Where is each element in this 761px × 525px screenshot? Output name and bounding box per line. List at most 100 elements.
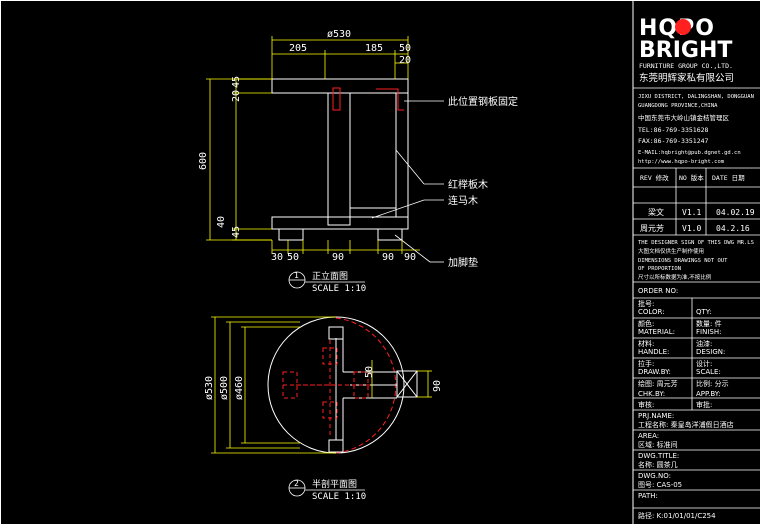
address-en-2: GUANGDONG PROVINCE,CHINA	[638, 103, 718, 109]
front-view-title: 1 正立面图 SCALE 1:10	[288, 270, 366, 294]
drawing-notes: THE DESIGNER SIGN OF THIS DWG MR.LS 大图文档…	[638, 240, 754, 281]
field-app-by-cn: 审批:	[696, 400, 712, 409]
logo-red-dot	[675, 19, 691, 35]
field-color-cn: 颜色:	[638, 319, 654, 328]
group-name-cn: 东莞明辉家私有限公司	[639, 72, 734, 84]
company-logo: HQPO BRIGHT	[639, 16, 732, 63]
dim-205: 205	[289, 43, 307, 54]
table-leg	[327, 92, 351, 226]
dim-30: 30	[271, 252, 283, 263]
field-handle: HANDLE:	[638, 348, 669, 356]
path-label: PATH:	[638, 492, 658, 500]
field-scale: SCALE:	[696, 368, 721, 376]
dim-185: 185	[365, 43, 383, 54]
callout-foot-pad: 加脚垫	[448, 256, 478, 269]
plan-view-scale: SCALE 1:10	[312, 492, 366, 502]
rev-row2-date: 04.2.16	[716, 224, 750, 233]
front-view-title-text: 正立面图	[312, 270, 348, 282]
dim-90-right: 90	[382, 252, 394, 263]
front-dimension-lines	[206, 36, 420, 254]
field-qty-cn: 数量: 件	[696, 319, 722, 328]
fax: FAX:86-769-3351247	[638, 137, 709, 145]
table-base	[271, 216, 409, 230]
field-design: DESIGN:	[696, 348, 725, 356]
project-fields: PRJ.NAME: 工程名称: 秦皇岛洋浦假日酒店 AREA: 区域: 标准间 …	[638, 412, 734, 520]
area-label: AREA:	[638, 432, 659, 440]
dim-20-left: 20	[231, 90, 242, 102]
note-5: 尺寸以所标数据为准,不按比例	[638, 273, 712, 281]
field-app-by: APP.BY:	[696, 390, 721, 398]
dwg-title-value: 名称: 圆茶几	[638, 460, 678, 469]
callout-beech-wood: 红榉板木	[448, 178, 488, 191]
plan-dim-90: 90	[432, 380, 443, 392]
field-material-cn: 材料:	[638, 339, 654, 348]
rev-row1-date: 04.02.19	[716, 208, 755, 217]
note-2: 大图文档仅供生产制作使用	[638, 247, 704, 255]
callout-steel-plate: 此位置钢板固定	[448, 95, 518, 108]
dim-45-bottom: 45	[231, 226, 242, 238]
area-value: 区域: 标准间	[638, 440, 678, 449]
rev-row1-name: 梁文	[648, 207, 664, 217]
dwg-no-value: 图号: CAS-05	[638, 481, 682, 489]
field-finish-cn: 油漆:	[696, 339, 712, 348]
address-en-1: JIXU DISTRICT, DALINGSHAN, DONGGUAN	[638, 94, 754, 100]
website: http://www.hqpo-bright.com	[638, 159, 725, 165]
plan-dim-530: ø530	[204, 376, 215, 400]
dim-overall-width: ø530	[327, 29, 351, 40]
field-qty: QTY:	[696, 308, 712, 316]
callout-brace-wood: 连马木	[448, 194, 478, 207]
path-value: 路径: K:01/01/01/C254	[638, 511, 716, 520]
note-3: DIMENSIONS DRAWINGS NOT OUT	[638, 258, 728, 264]
rev-header-date: DATE 日期	[712, 174, 745, 182]
email: E-MAIL:hqbright@pub.dgnet.gd.cn	[638, 150, 741, 156]
rev-header-rev: REV 修改	[640, 173, 669, 182]
front-view-scale: SCALE 1:10	[312, 284, 366, 294]
rev-row2-name: 周元芳	[640, 223, 664, 233]
project-name-value: 工程名称: 秦皇岛洋浦假日酒店	[638, 420, 734, 429]
dim-50: 50	[399, 43, 411, 54]
plan-dim-460: ø460	[234, 376, 245, 400]
front-view-number: 1	[294, 271, 299, 280]
field-handle-cn: 拉手:	[638, 359, 654, 368]
company-address-block: JIXU DISTRICT, DALINGSHAN, DONGGUAN GUAN…	[638, 94, 754, 165]
logo-text-bright: BRIGHT	[639, 38, 732, 63]
field-scale-cn: 比例: 分示	[696, 379, 729, 388]
foot-right	[377, 228, 403, 241]
field-design-cn: 设计:	[696, 359, 712, 368]
dim-600: 600	[198, 152, 209, 170]
dim-90-mid: 90	[332, 252, 344, 263]
dwg-no-label: DWG.NO:	[638, 472, 671, 480]
plan-view-number: 2	[294, 479, 299, 488]
field-draw-by-cn: 绘图: 周元芳	[638, 379, 678, 388]
group-name-en: FURNITURE GROUP CO.,LTD.	[639, 62, 733, 70]
dim-40: 40	[216, 216, 227, 228]
dim-45-top: 45	[231, 76, 242, 88]
rev-row1-ver: V1.1	[682, 208, 701, 217]
note-1: THE DESIGNER SIGN OF THIS DWG MR.LS	[638, 240, 754, 246]
field-finish: FINISH:	[696, 328, 721, 336]
address-cn: 中国东莞市大岭山镇金桔管理区	[638, 113, 730, 122]
field-draw-by: DRAW.BY:	[638, 368, 671, 376]
field-material: MATERIAL:	[638, 328, 675, 336]
foot-left	[278, 228, 304, 241]
cad-drawing-canvas: ø530 205 185 50 20 45 20 600 40 45 30 50…	[0, 0, 761, 525]
front-hidden-parts	[332, 87, 404, 111]
telephone: TEL:86-769-3351628	[638, 126, 709, 134]
dim-90-far: 90	[404, 252, 416, 263]
dim-20-top: 20	[399, 55, 411, 66]
field-chk-by-cn: 审核:	[638, 400, 654, 409]
plan-dim-50: 50	[364, 366, 375, 378]
info-fields: ORDER NO: 批号: COLOR: QTY: 颜色: 数量: 件 MATE…	[638, 287, 729, 409]
plan-view-title-text: 半剖平面图	[312, 478, 357, 490]
plan-dim-500: ø500	[219, 376, 230, 400]
dwg-title-label: DWG.TITLE:	[638, 452, 679, 460]
note-4: OF PROPORTION	[638, 266, 681, 272]
front-dimension-text: ø530 205 185 50 20 45 20 600 40 45 30 50…	[198, 29, 416, 263]
plan-hidden-lines	[282, 340, 370, 438]
field-order-no: ORDER NO:	[638, 287, 678, 295]
project-name-label: PRJ.NAME:	[638, 412, 674, 420]
dim-50-bottom: 50	[287, 252, 299, 263]
plan-view-title: 2 半剖平面图 SCALE 1:10	[288, 478, 366, 502]
field-batch: 批号:	[638, 299, 654, 308]
rev-header-no: NO 版本	[679, 173, 704, 182]
